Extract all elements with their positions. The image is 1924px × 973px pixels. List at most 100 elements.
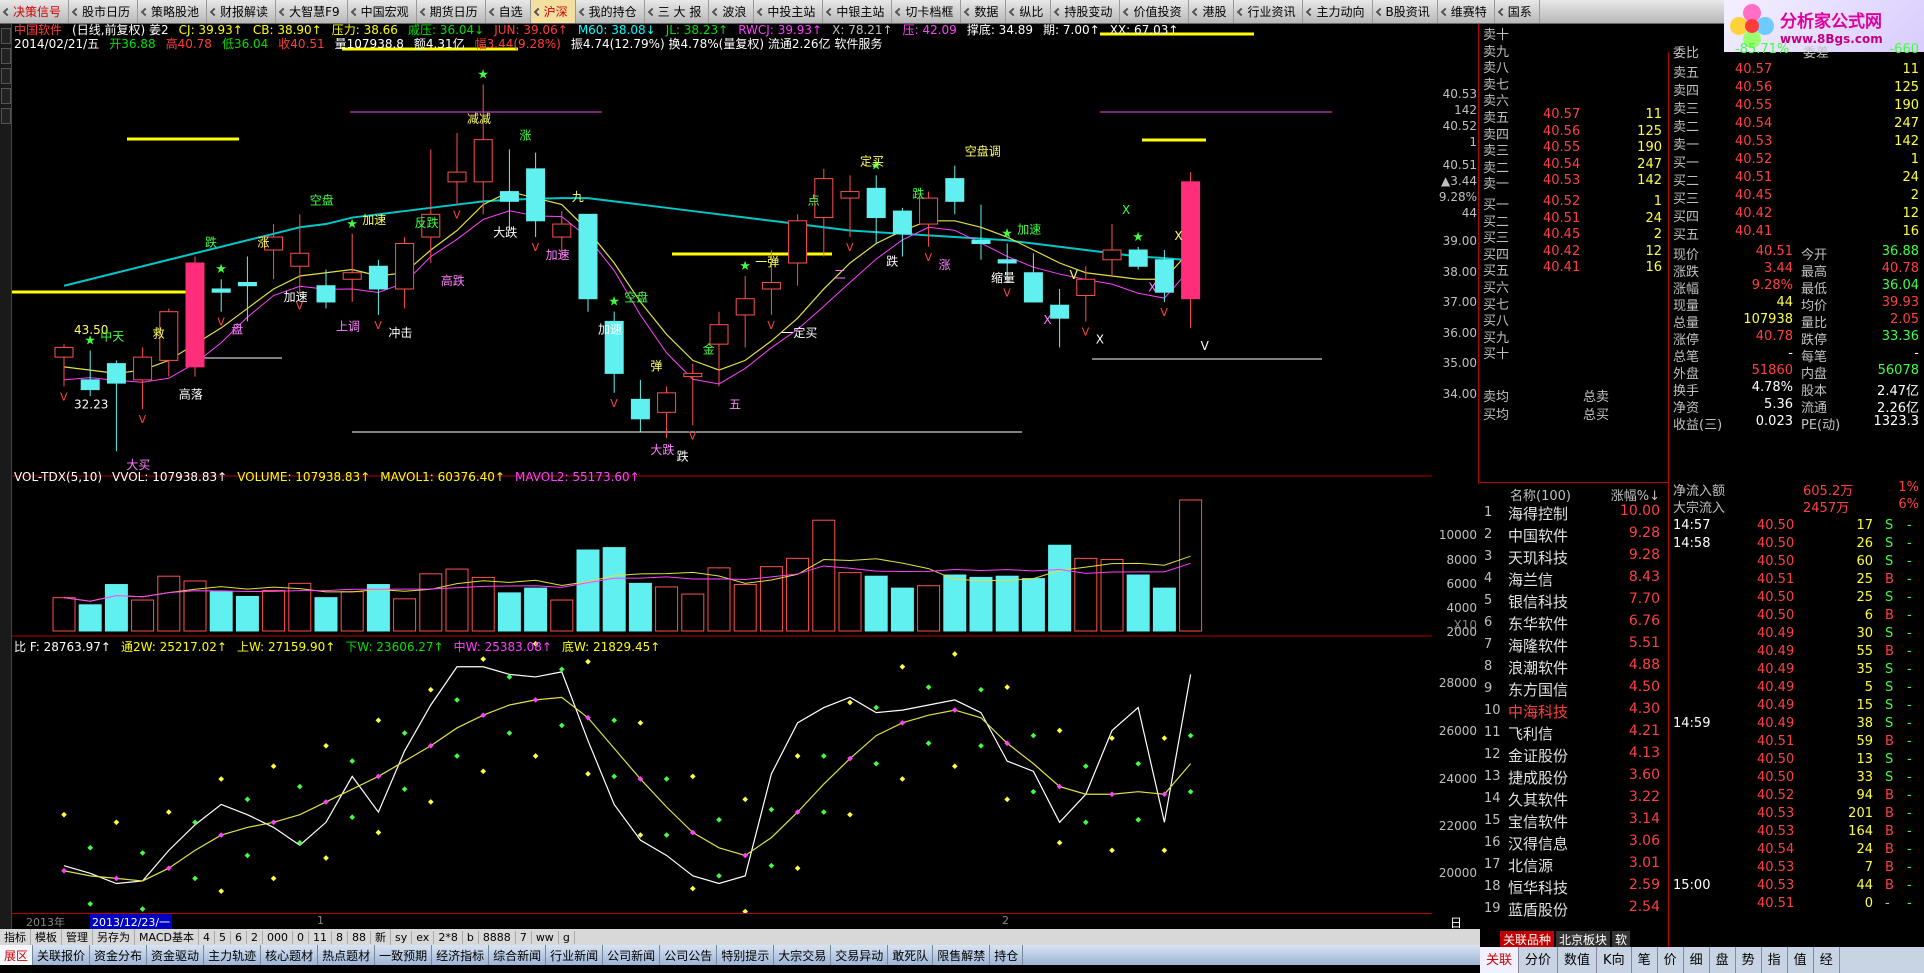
menu-item-0[interactable]: 决策信号 [0, 0, 70, 23]
tool-tab-20[interactable]: 7 [516, 930, 532, 944]
stock-list-item[interactable]: 2 中国软件 9.28 [1484, 525, 1664, 547]
candle-body[interactable] [80, 379, 100, 391]
candle-body[interactable] [1076, 278, 1096, 296]
stock-list-item[interactable]: 18 恒华科技 2.59 [1484, 877, 1664, 899]
info-tab-13[interactable]: 特别提示 [717, 945, 775, 965]
right-tab-10[interactable]: 值 [1788, 947, 1814, 973]
candle-body[interactable] [395, 243, 415, 290]
info-tab-8[interactable]: 经济指标 [432, 945, 490, 965]
volume-bar[interactable] [890, 587, 914, 632]
menu-item-17[interactable]: 持股变动 [1051, 0, 1121, 23]
stock-list-tab[interactable]: 北京板块 [1556, 931, 1611, 948]
stock-list-item[interactable]: 19 蓝盾股份 2.54 [1484, 899, 1664, 921]
tool-tab-16[interactable]: ex [412, 930, 435, 944]
tool-tab-13[interactable]: 88 [348, 930, 371, 944]
stock-list-item[interactable]: 12 金证股份 4.13 [1484, 745, 1664, 767]
volume-bar[interactable] [943, 574, 967, 632]
right-tab-0[interactable]: 关联 [1480, 947, 1520, 973]
stock-list-item[interactable]: 15 宝信软件 3.14 [1484, 811, 1664, 833]
volume-bar[interactable] [1126, 574, 1150, 632]
candle-body[interactable] [735, 298, 755, 316]
stock-list-item[interactable]: 3 天玑科技 9.28 [1484, 547, 1664, 569]
candle-body[interactable] [788, 220, 808, 264]
candle-body[interactable] [578, 213, 598, 300]
menu-item-7[interactable]: 自选 [486, 0, 531, 23]
right-tab-3[interactable]: K向 [1597, 947, 1632, 973]
candle-body[interactable] [368, 265, 388, 290]
volume-bar[interactable] [131, 599, 155, 632]
candle-body[interactable] [945, 178, 965, 202]
info-tab-3[interactable]: 资金驱动 [147, 945, 205, 965]
ruler-tool-icon[interactable] [1, 108, 11, 124]
cursor-tool-icon[interactable] [1, 28, 11, 44]
candle-body[interactable] [919, 197, 939, 225]
stock-list-item[interactable]: 7 海隆软件 5.51 [1484, 635, 1664, 657]
info-tab-2[interactable]: 资金分布 [90, 945, 148, 965]
volume-bar[interactable] [157, 575, 181, 632]
tool-tab-10[interactable]: 0 [293, 930, 309, 944]
tool-tab-21[interactable]: ww [532, 930, 559, 944]
menu-item-9[interactable]: 我的持仓 [576, 0, 645, 23]
right-tab-7[interactable]: 盘 [1710, 947, 1736, 973]
right-tab-5[interactable]: 价 [1658, 947, 1684, 973]
line-tool-icon[interactable] [1, 48, 11, 64]
menu-item-20[interactable]: 行业资讯 [1234, 0, 1304, 23]
candle-body[interactable] [1050, 304, 1070, 319]
menu-item-1[interactable]: 股市日历 [69, 0, 139, 23]
right-tab-8[interactable]: 势 [1736, 947, 1762, 973]
candle-body[interactable] [840, 191, 860, 199]
info-tab-14[interactable]: 大宗交易 [774, 945, 832, 965]
info-tab-12[interactable]: 公司公告 [660, 945, 718, 965]
stock-list-item[interactable]: 13 捷成股份 3.60 [1484, 767, 1664, 789]
info-tab-5[interactable]: 核心题材 [261, 945, 319, 965]
tool-tab-6[interactable]: 5 [215, 930, 231, 944]
candle-body[interactable] [185, 262, 205, 368]
zoom-tool-icon[interactable] [1, 68, 11, 84]
column-header[interactable]: 名称(100) [1510, 485, 1571, 504]
menu-item-18[interactable]: 价值投资 [1120, 0, 1190, 23]
info-tab-1[interactable]: 关联报价 [33, 945, 91, 965]
volume-bar[interactable] [235, 595, 259, 632]
chart-canvas[interactable]: V★VV★V★VV★VV★V★VV★VV★V★V43.5032.23中天大买救高… [12, 24, 1432, 913]
menu-item-2[interactable]: 策略股池 [138, 0, 208, 23]
candle-body[interactable] [761, 281, 781, 290]
stock-list-item[interactable]: 1 海得控制 10.00 [1484, 503, 1664, 525]
volume-bar[interactable] [497, 592, 521, 632]
volume-bar[interactable] [366, 584, 390, 632]
candle-body[interactable] [237, 281, 257, 287]
candle-body[interactable] [630, 398, 650, 420]
volume-bar[interactable] [995, 575, 1019, 632]
info-tab-17[interactable]: 限售解禁 [933, 945, 991, 965]
info-tab-11[interactable]: 公司新闻 [603, 945, 661, 965]
menu-item-6[interactable]: 期货日历 [417, 0, 486, 23]
volume-bar[interactable] [262, 589, 286, 632]
candle-body[interactable] [499, 191, 519, 202]
tool-tab-2[interactable]: 管理 [62, 929, 93, 945]
volume-bar[interactable] [812, 519, 836, 632]
tool-tab-17[interactable]: 2*8 [434, 930, 463, 944]
candle-body[interactable] [971, 239, 991, 245]
volume-bar[interactable] [681, 593, 705, 632]
menu-item-24[interactable]: 国系 [1495, 0, 1540, 23]
volume-bar[interactable] [1152, 587, 1176, 632]
candle-body[interactable] [316, 285, 336, 303]
menu-item-8[interactable]: 沪深 [530, 0, 576, 23]
menu-item-21[interactable]: 主力动向 [1303, 0, 1373, 23]
candle-body[interactable] [552, 223, 572, 238]
candle-body[interactable] [290, 252, 310, 267]
volume-bar[interactable] [209, 591, 233, 632]
volume-bar[interactable] [550, 599, 574, 632]
right-tab-4[interactable]: 笔 [1632, 947, 1658, 973]
candle-body[interactable] [526, 168, 546, 222]
menu-item-16[interactable]: 纵比 [1006, 0, 1052, 23]
volume-bar[interactable] [969, 576, 993, 632]
stock-list-item[interactable]: 11 飞利信 4.21 [1484, 723, 1664, 745]
menu-item-12[interactable]: 中投主站 [754, 0, 824, 23]
info-tab-15[interactable]: 交易异动 [831, 945, 889, 965]
kline-chart[interactable]: V ★ V V ★ V ★ V V ★ V V ★ V ★ V V ★ V V ★ V ★ V 43.50 32.23 中天 大买救高… [12, 23, 1432, 929]
volume-bar[interactable] [786, 557, 810, 632]
right-tab-11[interactable]: 经 [1814, 947, 1840, 973]
candle-body[interactable] [892, 210, 912, 235]
candle-body[interactable] [866, 187, 886, 219]
right-tab-9[interactable]: 指 [1762, 947, 1788, 973]
